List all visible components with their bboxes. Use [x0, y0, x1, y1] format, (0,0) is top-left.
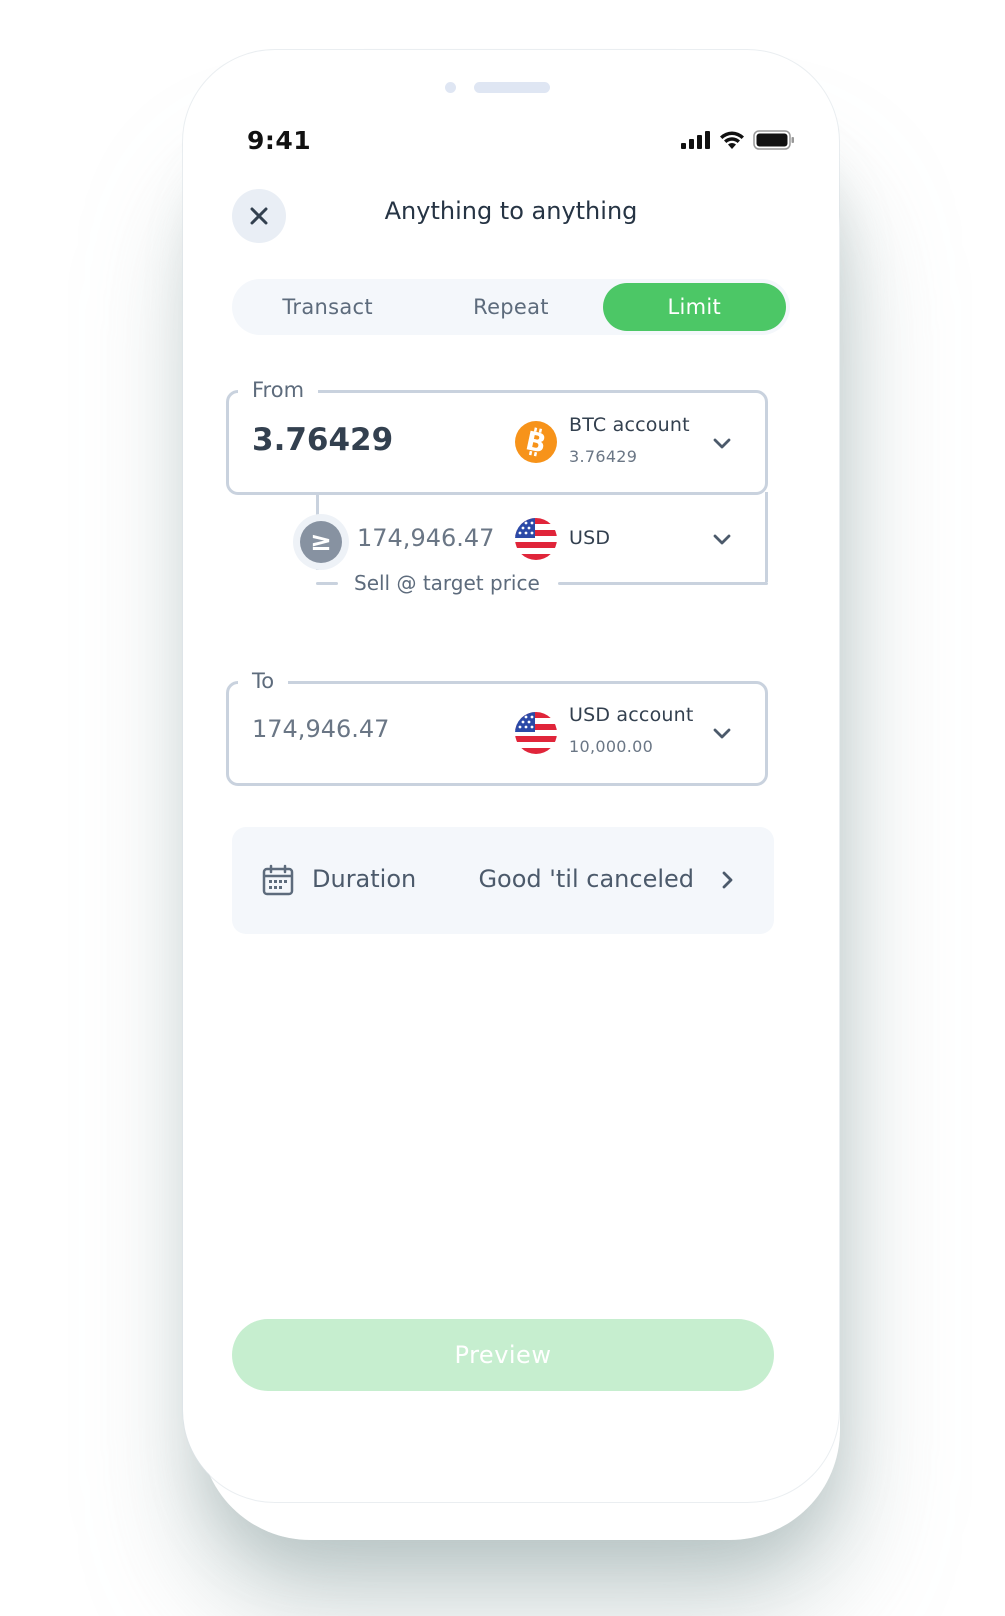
to-account-balance: 10,000.00 [569, 737, 654, 756]
target-currency[interactable]: USD [569, 527, 610, 549]
connector-bottom-left [316, 582, 338, 585]
calendar-icon [262, 864, 294, 896]
from-amount-input[interactable]: 3.76429 [252, 422, 393, 458]
target-caption: Sell @ target price [340, 571, 554, 595]
to-label: To [238, 669, 289, 693]
us-flag-icon [515, 518, 557, 560]
wifi-icon [720, 131, 744, 149]
duration-row[interactable]: Duration Good 'til canceled [232, 827, 774, 934]
connector-bottom-right [558, 582, 768, 585]
from-account-balance: 3.76429 [569, 447, 638, 466]
page-title: Anything to anything [384, 197, 638, 225]
duration-value: Good 'til canceled [478, 865, 694, 893]
phone-screen: 9:41 Anything to anything Transact Repea… [183, 50, 839, 1502]
battery-icon [753, 130, 794, 150]
tab-repeat[interactable]: Repeat [419, 283, 602, 331]
greater-equal-icon: ≥ [300, 521, 342, 563]
duration-label: Duration [312, 865, 417, 893]
signal-icon [681, 131, 710, 149]
camera-dot [445, 82, 456, 93]
chevron-right-icon [722, 871, 733, 889]
target-price-input[interactable]: 174,946.47 [357, 524, 494, 552]
to-amount: 174,946.47 [252, 715, 390, 743]
tab-transact[interactable]: Transact [236, 283, 419, 331]
chevron-down-icon[interactable] [713, 438, 731, 450]
mode-tabs: Transact Repeat Limit [232, 279, 790, 335]
comparator-badge: ≥ [293, 514, 349, 570]
connector-vertical-right [765, 492, 768, 582]
tab-limit[interactable]: Limit [602, 283, 786, 331]
speaker-bar [474, 82, 550, 93]
status-icons [681, 130, 795, 150]
from-label: From [238, 378, 319, 402]
status-time: 9:41 [247, 126, 312, 155]
chevron-down-icon[interactable] [713, 728, 731, 740]
from-account-name[interactable]: BTC account [569, 414, 690, 436]
chevron-down-icon[interactable] [713, 534, 731, 546]
preview-button[interactable]: Preview [232, 1319, 774, 1391]
to-account-name[interactable]: USD account [569, 704, 694, 726]
bitcoin-icon: B [515, 421, 557, 463]
us-flag-icon [515, 712, 557, 754]
